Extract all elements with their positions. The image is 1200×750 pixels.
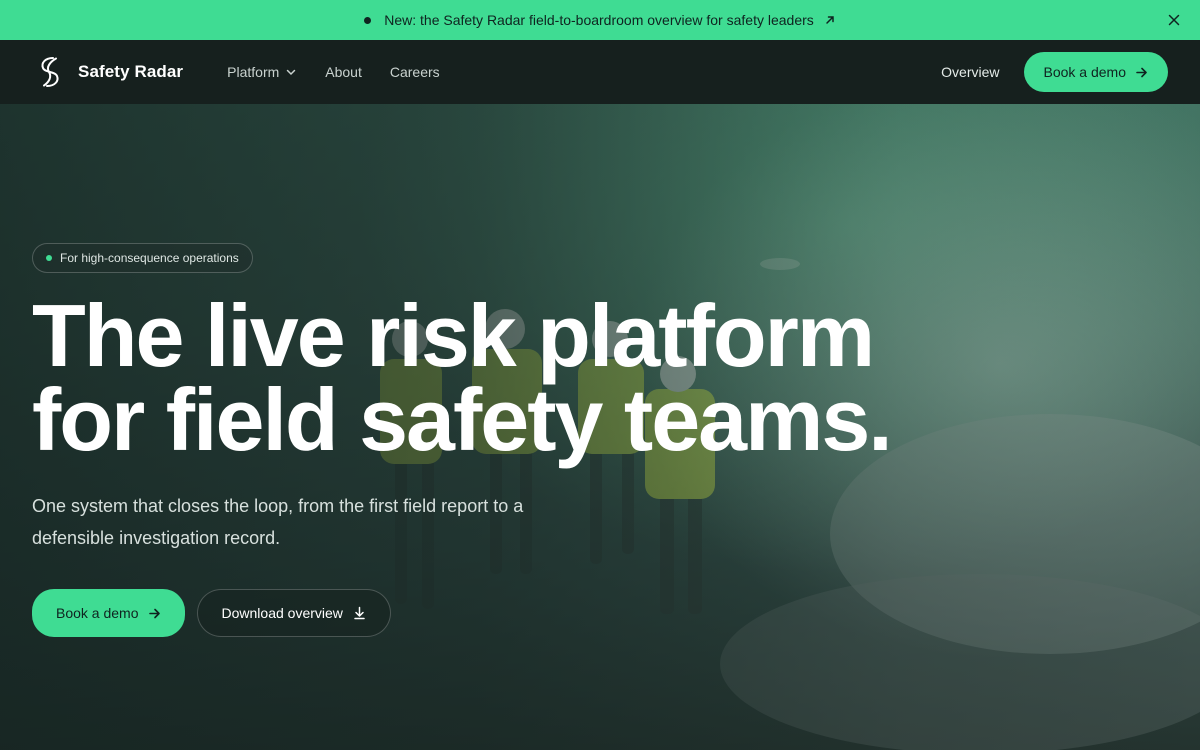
arrow-right-icon <box>148 607 161 620</box>
hero-headline: The live risk platform for field safety … <box>32 286 893 469</box>
button-label: Book a demo <box>1043 64 1127 80</box>
announcement-dot <box>364 16 372 24</box>
button-label: Book a demo <box>56 605 139 621</box>
headline-line-2: for field safety teams. <box>32 370 893 469</box>
announcement-bar[interactable]: New: the Safety Radar field-to-boardroom… <box>0 0 1200 40</box>
nav-overview-link[interactable]: Overview <box>941 64 999 80</box>
button-label: Download overview <box>221 605 343 621</box>
hero-subtext: One system that closes the loop, from th… <box>32 496 524 548</box>
download-icon <box>353 606 366 620</box>
eyebrow-dot <box>46 255 52 261</box>
eyebrow-text: For high-consequence operations <box>60 251 239 265</box>
download-overview-button[interactable]: Download overview <box>196 589 391 637</box>
hero-book-demo-button[interactable]: Book a demo <box>32 589 185 637</box>
hero-cta-row: Book a demo Download overview <box>32 589 391 637</box>
nav-item-careers[interactable]: Careers <box>390 64 440 80</box>
arrow-right-icon <box>1135 66 1148 79</box>
nav-links: Platform About Careers <box>227 64 468 80</box>
nav-right: Overview Book a demo <box>941 52 1168 92</box>
eyebrow-badge: For high-consequence operations <box>32 243 253 273</box>
announcement-text[interactable]: New: the Safety Radar field-to-boardroom… <box>384 12 814 28</box>
arrow-up-right-icon[interactable] <box>824 14 836 26</box>
brand-home-link[interactable]: Safety Radar <box>32 55 183 89</box>
close-icon[interactable] <box>1166 12 1182 28</box>
chevron-down-icon <box>285 66 297 78</box>
safety-radar-logo-icon <box>41 57 59 87</box>
nav-item-about[interactable]: About <box>325 64 362 80</box>
nav-item-label: Platform <box>227 64 280 80</box>
top-nav: Safety Radar Platform About Careers Over… <box>0 40 1200 104</box>
hero-section: For high-consequence operations The live… <box>0 104 1200 750</box>
nav-item-platform[interactable]: Platform <box>227 64 297 80</box>
headline-line-1: The live risk platform <box>32 286 875 385</box>
nav-book-demo-button[interactable]: Book a demo <box>1023 52 1168 92</box>
brand-name: Safety Radar <box>78 62 184 81</box>
